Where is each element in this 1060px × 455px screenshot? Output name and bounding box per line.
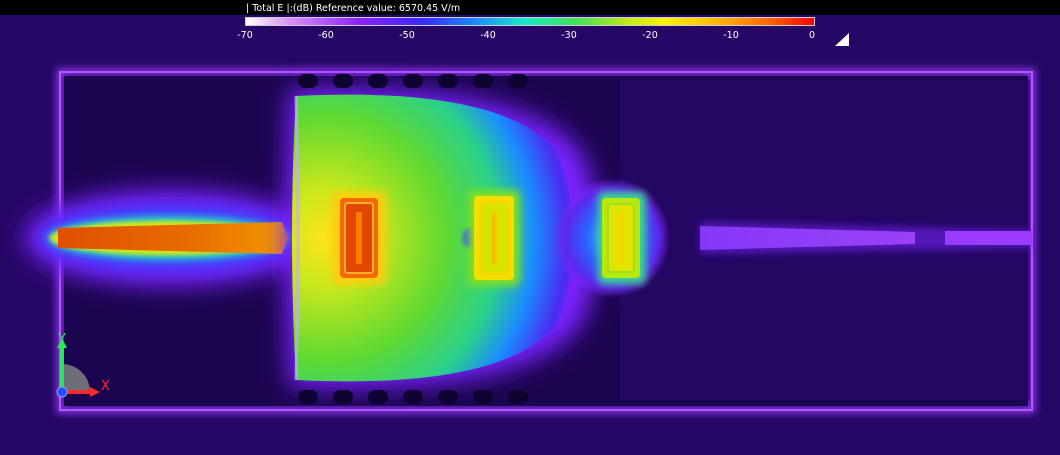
triangle-corner-icon[interactable] [835,33,849,46]
colorbar-tick: 0 [808,30,816,41]
colorbar-tick: -40 [480,30,496,41]
colorbar-tick: -50 [399,30,415,41]
colorbar-tick: -70 [237,30,253,41]
colorbar-tick: -30 [561,30,577,41]
colorbar-tick: -10 [723,30,739,41]
field-plot [0,15,1060,455]
field-viewport[interactable]: | Total E |:(dB) Reference value: 6570.4… [0,0,1060,455]
colorbar-tick: -20 [642,30,658,41]
colorbar-tick: -60 [318,30,334,41]
x-axis-label: X [101,379,110,394]
colorbar-legend: | Total E |:(dB) Reference value: 6570.4… [237,0,816,45]
axes-triad-icon[interactable]: Y X [48,330,118,405]
colorbar-gradient [245,17,815,26]
colorbar-title: | Total E |:(dB) Reference value: 6570.4… [246,3,461,14]
y-axis-label: Y [58,332,66,347]
